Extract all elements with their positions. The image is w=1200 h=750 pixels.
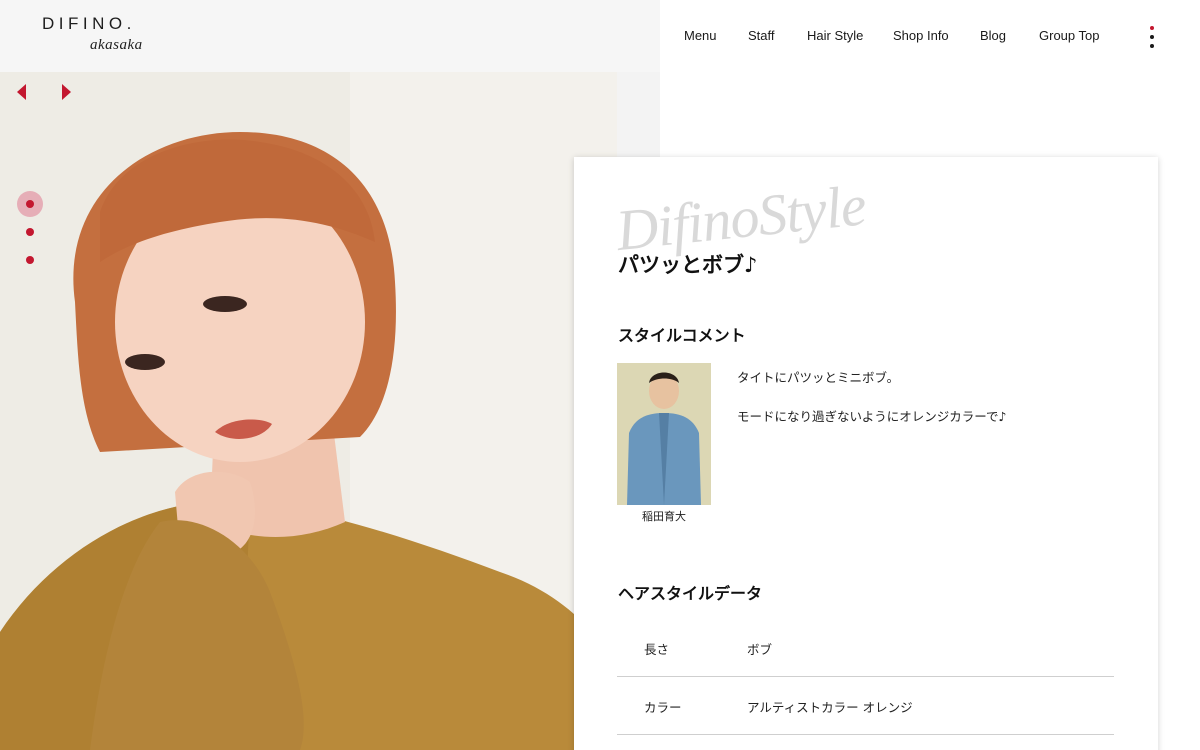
style-title: パツッとボブ♪ <box>618 252 758 277</box>
kebab-menu-icon[interactable] <box>1146 24 1158 50</box>
kebab-dot <box>1150 44 1154 48</box>
staff-name: 稲田育大 <box>642 510 686 523</box>
staff-photo-illustration <box>617 363 711 505</box>
hero-photo-illustration <box>0 72 617 750</box>
data-row: カラー アルティストカラー オレンジ <box>617 677 1114 735</box>
hero-photo <box>0 72 617 750</box>
slider-dot-core <box>26 200 34 208</box>
data-value: アルティストカラー オレンジ <box>747 700 913 715</box>
data-key: カラー <box>644 700 682 715</box>
staff-photo[interactable] <box>617 363 711 505</box>
nav-item-staff[interactable]: Staff <box>748 28 775 43</box>
style-detail-card: DifinoStyle パツッとボブ♪ スタイルコメント 稲田育大 タイトにパツ… <box>574 157 1158 750</box>
logo-main-text: DIFINO. <box>42 14 136 33</box>
slider-dot[interactable] <box>26 228 34 236</box>
data-key: 長さ <box>644 642 670 657</box>
site-logo[interactable]: DIFINO. akasaka <box>42 14 172 58</box>
arrow-left-icon[interactable] <box>17 84 26 100</box>
arrow-right-icon[interactable] <box>62 84 71 100</box>
gray-strip <box>617 72 660 157</box>
logo-sub-text: akasaka <box>90 37 143 53</box>
nav-item-group-top[interactable]: Group Top <box>1039 28 1099 43</box>
comment-heading: スタイルコメント <box>618 326 746 345</box>
slider-dot[interactable] <box>26 256 34 264</box>
nav-item-shop-info[interactable]: Shop Info <box>893 28 949 43</box>
nav-item-blog[interactable]: Blog <box>980 28 1006 43</box>
slider-dot-active[interactable] <box>17 191 43 217</box>
main-nav: Menu Staff Hair Style Shop Info Blog Gro… <box>660 0 1200 72</box>
comment-line: モードになり過ぎないようにオレンジカラーで♪ <box>737 409 1007 424</box>
data-value: ボブ <box>747 642 773 657</box>
data-row: 長さ ボブ <box>617 619 1114 677</box>
hair-data-heading: ヘアスタイルデータ <box>618 584 763 603</box>
nav-item-menu[interactable]: Menu <box>684 28 717 43</box>
comment-line: タイトにパツッとミニボブ。 <box>737 370 900 385</box>
kebab-dot <box>1150 35 1154 39</box>
nav-item-hair-style[interactable]: Hair Style <box>807 28 863 43</box>
kebab-dot <box>1150 26 1154 30</box>
